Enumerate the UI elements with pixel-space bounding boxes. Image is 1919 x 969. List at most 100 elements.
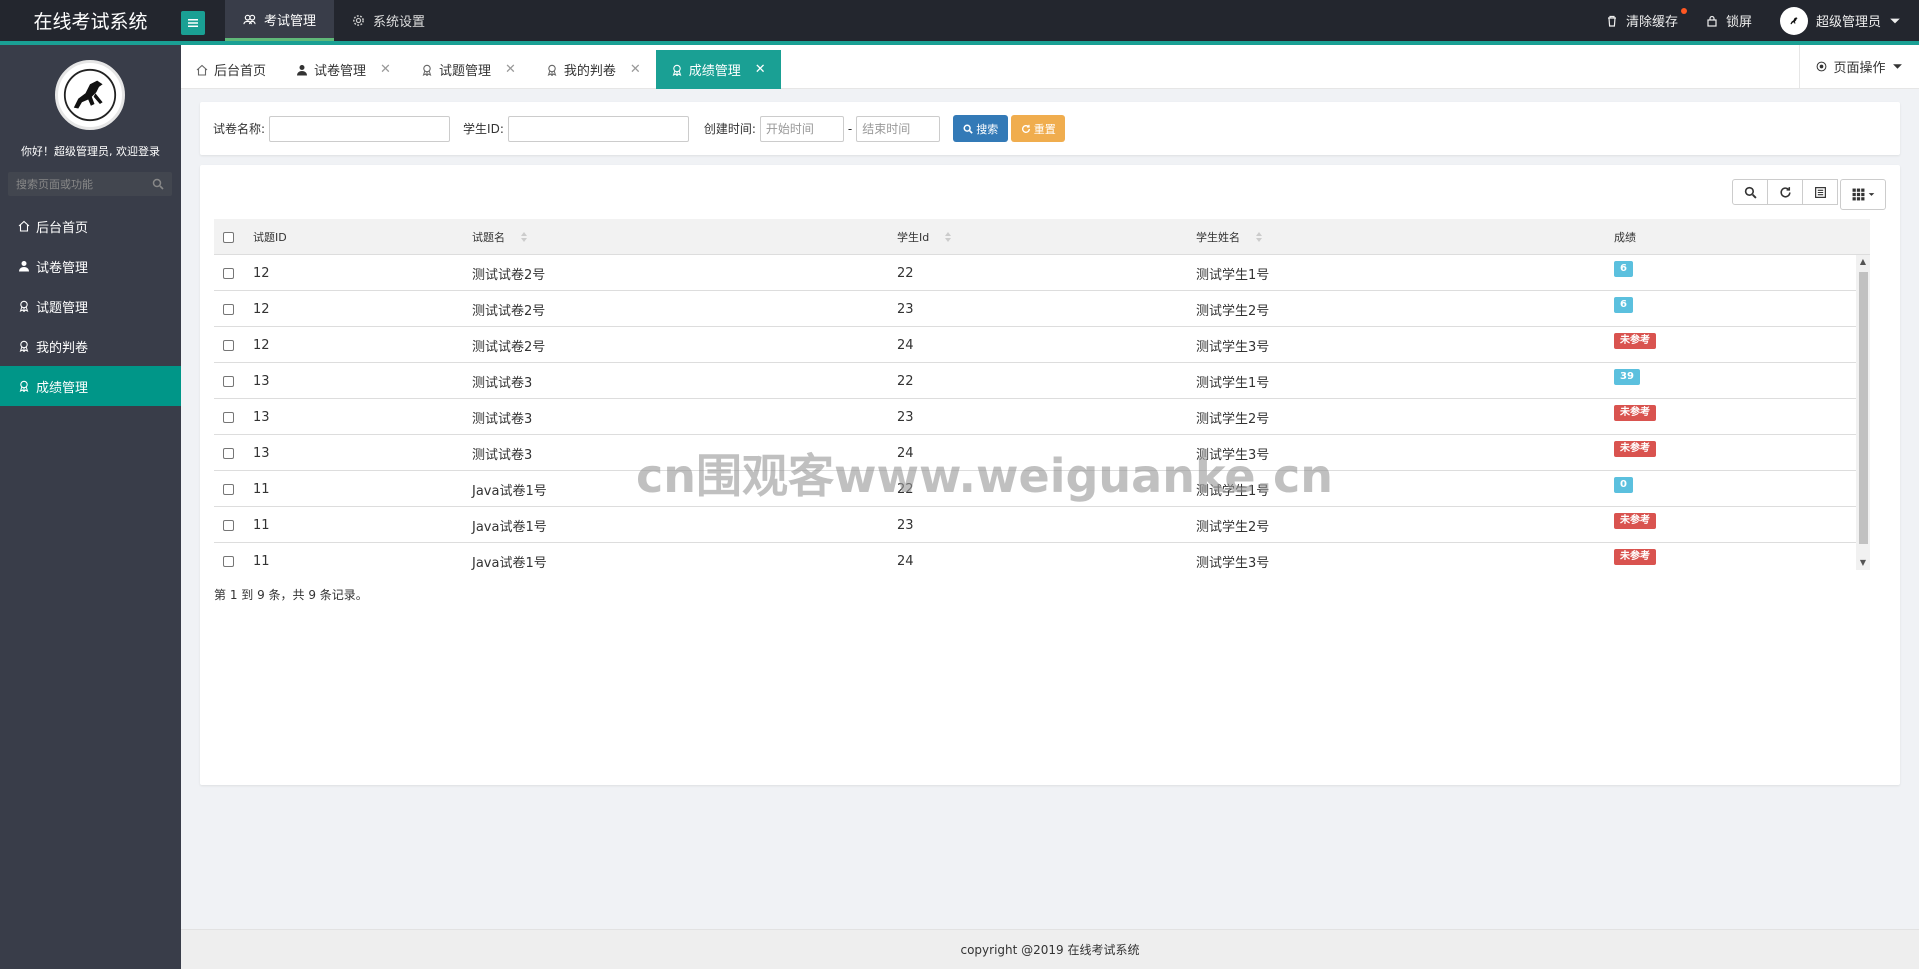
row-checkbox[interactable] (223, 555, 234, 567)
score-badge: 未参考 (1614, 513, 1656, 529)
row-checkbox[interactable] (223, 519, 234, 531)
reset-button[interactable]: 重置 (1011, 115, 1066, 142)
start-time-input[interactable] (759, 115, 844, 142)
sort-icon (1256, 232, 1262, 242)
search-icon (1744, 186, 1757, 199)
cell-question-name: Java试卷1号 (472, 471, 547, 507)
select-all-checkbox[interactable] (223, 231, 234, 243)
top-bar: 在线考试系统 考试管理 系统设置 清除缓存 锁屏 超级管理员 (0, 0, 1919, 45)
row-checkbox-cell (223, 471, 234, 507)
score-badge: 未参考 (1614, 333, 1656, 349)
user-menu[interactable]: 超级管理员 (1779, 6, 1901, 35)
clear-cache-button[interactable]: 清除缓存 (1606, 8, 1687, 30)
sidebar-item-my-grading[interactable]: 我的判卷 (0, 326, 181, 366)
row-checkbox[interactable] (223, 303, 234, 315)
tab-question-management[interactable]: 试题管理 ✕ (406, 50, 531, 89)
avatar (55, 60, 125, 130)
cell-score: 39 (1614, 363, 1640, 399)
end-time-input[interactable] (856, 115, 941, 142)
sidebar-menu: 后台首页 试卷管理 试题管理 我的判卷 成绩管理 (0, 206, 181, 406)
cell-student-id-text: 23 (897, 517, 914, 533)
lock-screen-button[interactable]: 锁屏 (1706, 11, 1752, 30)
scrollbar-thumb[interactable] (1859, 272, 1868, 544)
tabs: 后台首页 试卷管理 ✕ 试题管理 ✕ 我的判卷 ✕ 成绩管理 ✕ (181, 50, 781, 89)
table-row[interactable]: 13 测试试卷3 22 测试学生1号 39 (214, 363, 1870, 399)
tab-score-management[interactable]: 成绩管理 ✕ (655, 50, 781, 89)
top-right-actions: 清除缓存 锁屏 超级管理员 (1606, 0, 1901, 41)
footer: copyright @2019 在线考试系统 (181, 929, 1919, 969)
cell-student-name-text: 测试学生1号 (1196, 267, 1270, 283)
scroll-up-arrow-icon[interactable]: ▲ (1859, 258, 1867, 266)
sidebar-item-label: 我的判卷 (36, 340, 89, 356)
tab-home[interactable]: 后台首页 (181, 50, 281, 89)
sidebar-item-question-management[interactable]: 试题管理 (0, 286, 181, 326)
close-icon[interactable]: ✕ (755, 62, 766, 77)
table-row[interactable]: 13 测试试卷3 23 测试学生2号 未参考 (214, 399, 1870, 435)
menu-toggle-button[interactable] (181, 11, 205, 35)
cell-question-id: 11 (253, 543, 270, 570)
avatar (1779, 6, 1808, 35)
tab-label: 我的判卷 (563, 64, 616, 79)
close-icon[interactable]: ✕ (380, 62, 391, 77)
student-id-input[interactable] (507, 115, 689, 142)
topnav-system-settings[interactable]: 系统设置 (334, 0, 443, 41)
table-toggle-view-button[interactable] (1802, 179, 1838, 205)
column-header-label: 试题名 (472, 231, 505, 244)
row-checkbox-cell (223, 435, 234, 471)
column-header-question-name[interactable]: 试题名 (472, 219, 527, 255)
column-header-label: 成绩 (1614, 231, 1636, 244)
sidebar-search-input[interactable] (16, 177, 146, 191)
table-scrollbar[interactable]: ▲ ▼ (1856, 255, 1870, 570)
sidebar-item-paper-management[interactable]: 试卷管理 (0, 246, 181, 286)
search-button[interactable]: 搜索 (953, 115, 1009, 142)
table-columns-dropdown[interactable] (1840, 179, 1886, 210)
cell-student-name: 测试学生3号 (1196, 543, 1269, 571)
lock-label: 锁屏 (1725, 15, 1752, 30)
cell-question-id-text: 11 (253, 553, 270, 569)
cell-question-name: Java试卷1号 (472, 507, 547, 543)
table-refresh-button[interactable] (1767, 179, 1803, 205)
table-row[interactable]: 12 测试试卷2号 24 测试学生3号 未参考 (214, 327, 1870, 363)
score-badge: 0 (1614, 477, 1633, 493)
scroll-down-arrow-icon[interactable]: ▼ (1859, 559, 1867, 567)
table-row[interactable]: 12 测试试卷2号 23 测试学生2号 6 (214, 291, 1870, 327)
sidebar-item-home[interactable]: 后台首页 (0, 206, 181, 246)
topnav-exam-management[interactable]: 考试管理 (225, 0, 335, 41)
cell-student-id: 24 (897, 327, 914, 363)
cell-score: 6 (1614, 255, 1633, 291)
column-header-question-id[interactable]: 试题ID (253, 219, 287, 255)
row-checkbox[interactable] (223, 447, 234, 459)
column-header-score[interactable]: 成绩 (1614, 219, 1636, 255)
close-icon[interactable]: ✕ (505, 62, 516, 77)
table-search-button[interactable] (1732, 179, 1768, 205)
page-operations-dropdown[interactable]: 页面操作 (1799, 45, 1919, 88)
row-checkbox[interactable] (223, 411, 234, 423)
cell-score: 未参考 (1614, 543, 1656, 570)
horse-logo-icon (1790, 16, 1798, 24)
table-row[interactable]: 12 测试试卷2号 22 测试学生1号 6 (214, 255, 1870, 291)
cell-student-id: 23 (897, 291, 914, 327)
close-icon[interactable]: ✕ (630, 62, 641, 77)
paper-name-input[interactable] (269, 115, 451, 142)
cell-student-id: 22 (897, 255, 914, 291)
page-operations-label: 页面操作 (1833, 61, 1886, 76)
column-header-student-id[interactable]: 学生Id (897, 219, 952, 255)
user-name: 超级管理员 (1815, 15, 1881, 30)
row-checkbox[interactable] (223, 483, 234, 495)
award-icon (422, 64, 432, 76)
sidebar-item-score-management[interactable]: 成绩管理 (0, 366, 181, 406)
row-checkbox[interactable] (223, 375, 234, 387)
cell-question-name: 测试试卷3 (472, 435, 532, 471)
table-row[interactable]: 11 Java试卷1号 24 测试学生3号 未参考 (214, 543, 1870, 570)
row-checkbox[interactable] (223, 267, 234, 279)
award-icon (19, 340, 29, 352)
table-row[interactable]: 11 Java试卷1号 23 测试学生2号 未参考 (214, 507, 1870, 543)
cell-question-name: 测试试卷3 (472, 399, 532, 435)
cell-student-name: 测试学生2号 (1196, 507, 1269, 543)
row-checkbox[interactable] (223, 339, 234, 351)
column-header-student-name[interactable]: 学生姓名 (1196, 219, 1262, 255)
tab-paper-management[interactable]: 试卷管理 ✕ (281, 50, 406, 89)
tab-my-grading[interactable]: 我的判卷 ✕ (531, 50, 656, 89)
home-icon (196, 64, 208, 76)
search-icon[interactable] (152, 178, 164, 190)
